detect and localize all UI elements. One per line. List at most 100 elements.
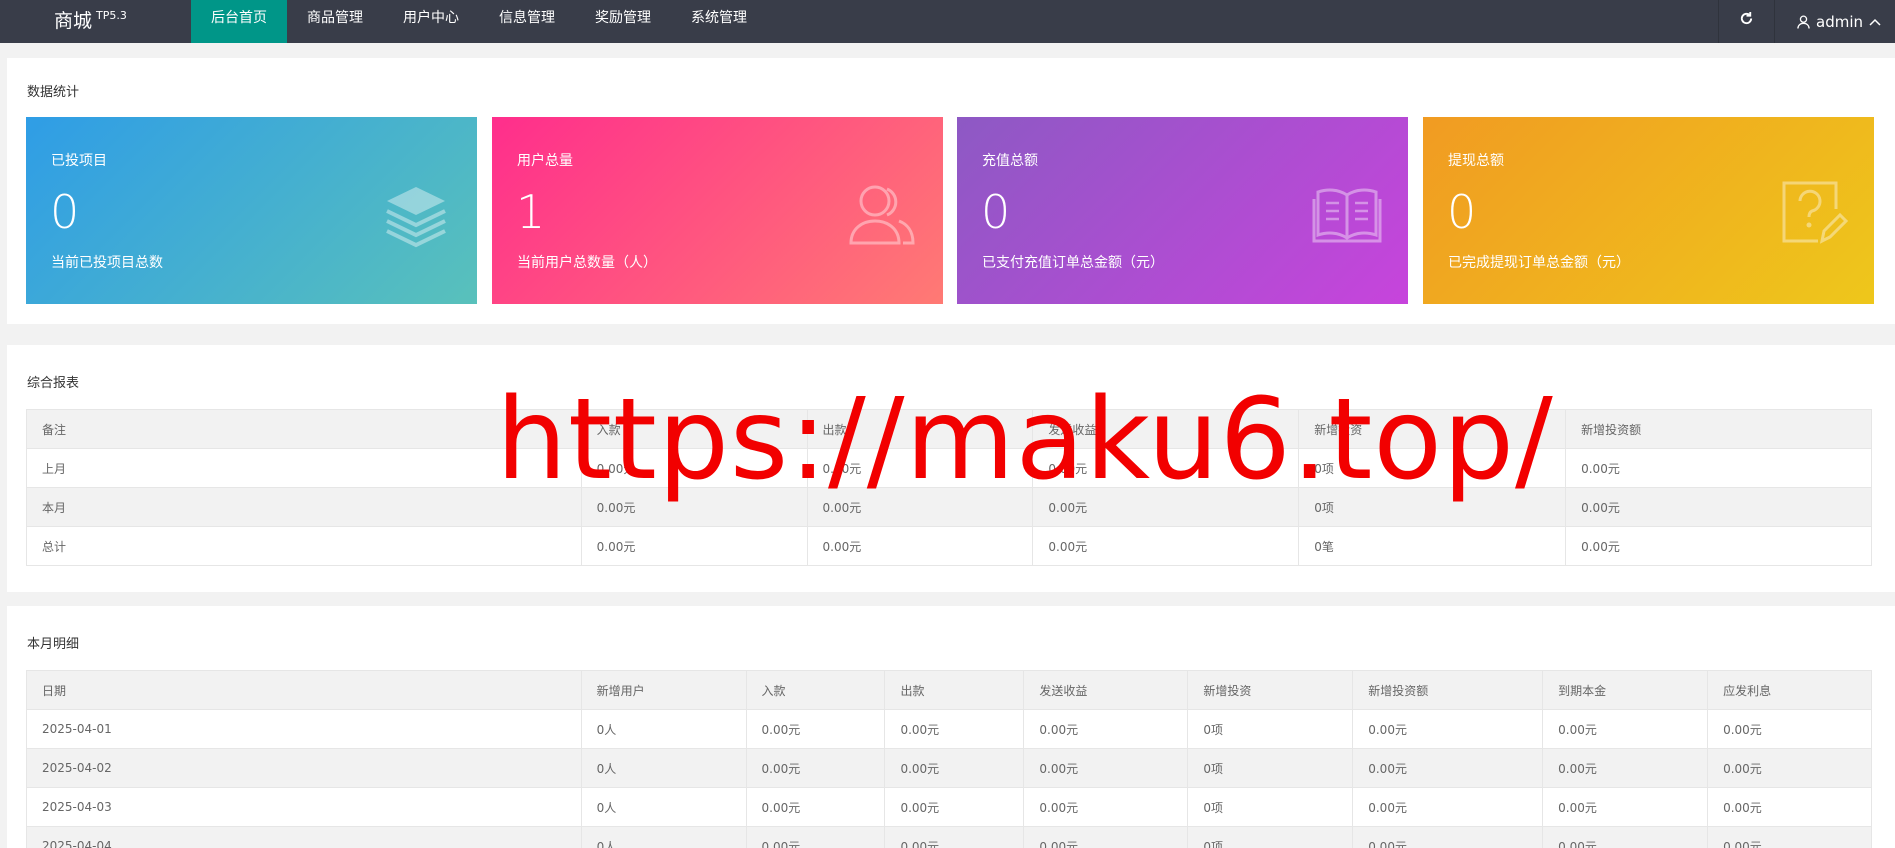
user-icon bbox=[1797, 15, 1810, 29]
table-row: 2025-04-02 0人 0.00元 0.00元 0.00元 0项 0.00元… bbox=[26, 748, 1872, 788]
main-nav: 后台首页 商品管理 用户中心 信息管理 奖励管理 系统管理 bbox=[191, 0, 767, 43]
nav-item-system[interactable]: 系统管理 bbox=[671, 0, 767, 43]
stat-label: 已投项目 bbox=[51, 153, 107, 169]
detail-title: 本月明细 bbox=[27, 637, 80, 652]
table-cell: 0.00元 bbox=[1542, 787, 1709, 827]
table-cell: 0.00元 bbox=[1707, 748, 1872, 788]
nav-item-rewards[interactable]: 奖励管理 bbox=[575, 0, 671, 43]
table-row: 2025-04-03 0人 0.00元 0.00元 0.00元 0项 0.00元… bbox=[26, 787, 1872, 827]
table-cell: 2025-04-01 bbox=[26, 709, 582, 749]
column-header: 到期本金 bbox=[1542, 670, 1709, 710]
stat-label: 用户总量 bbox=[517, 153, 573, 169]
table-cell: 0.00元 bbox=[884, 748, 1025, 788]
table-header-row: 日期 新增用户 入款 出款 发送收益 新增投资 新增投资额 到期本金 应发利息 bbox=[26, 670, 1872, 710]
app-logo[interactable]: 商城 TP5.3 bbox=[54, 6, 127, 33]
table-row: 2025-04-01 0人 0.00元 0.00元 0.00元 0项 0.00元… bbox=[26, 709, 1872, 749]
table-cell: 0.00元 bbox=[806, 526, 1034, 566]
table-cell: 0.00元 bbox=[1707, 709, 1872, 749]
refresh-button[interactable] bbox=[1718, 0, 1774, 43]
stat-subtitle: 当前用户总数量（人） bbox=[517, 255, 657, 271]
table-cell: 0.00元 bbox=[580, 526, 808, 566]
table-cell: 0.00元 bbox=[1707, 787, 1872, 827]
table-cell: 0.00元 bbox=[884, 709, 1025, 749]
column-header: 新增投资 bbox=[1187, 670, 1354, 710]
column-header: 新增投资额 bbox=[1352, 670, 1544, 710]
nav-item-info[interactable]: 信息管理 bbox=[479, 0, 575, 43]
users-icon bbox=[849, 185, 915, 245]
table-cell: 0笔 bbox=[1298, 526, 1567, 566]
table-cell: 0.00元 bbox=[1023, 826, 1189, 848]
table-cell: 0人 bbox=[580, 748, 747, 788]
stat-value: 1 bbox=[516, 185, 546, 239]
stat-value: 0 bbox=[981, 185, 1011, 239]
refresh-icon bbox=[1740, 11, 1753, 25]
report-title: 综合报表 bbox=[27, 376, 80, 391]
stat-value: 0 bbox=[1447, 185, 1477, 239]
table-cell: 0.00元 bbox=[1352, 709, 1544, 749]
table-cell: 0.00元 bbox=[1352, 787, 1544, 827]
stat-label: 充值总额 bbox=[982, 153, 1038, 169]
table-cell: 0.00元 bbox=[745, 748, 886, 788]
stat-subtitle: 已支付充值订单总金额（元） bbox=[982, 255, 1164, 271]
table-cell: 0.00元 bbox=[745, 787, 886, 827]
layers-icon bbox=[386, 187, 446, 248]
stat-subtitle: 当前已投项目总数 bbox=[51, 255, 163, 271]
nav-item-home[interactable]: 后台首页 bbox=[191, 0, 287, 43]
table-cell: 0.00元 bbox=[1023, 748, 1189, 788]
nav-item-products[interactable]: 商品管理 bbox=[287, 0, 383, 43]
table-cell: 0人 bbox=[580, 826, 747, 848]
table-cell: 0.00元 bbox=[1023, 709, 1189, 749]
table-cell: 0.00元 bbox=[1565, 448, 1872, 488]
top-right-tools: admin bbox=[1718, 0, 1895, 43]
table-cell: 0.00元 bbox=[1032, 526, 1300, 566]
table-cell: 0项 bbox=[1187, 787, 1354, 827]
column-header: 入款 bbox=[745, 670, 886, 710]
column-header: 新增投资额 bbox=[1565, 409, 1872, 449]
logo-version: TP5.3 bbox=[96, 9, 127, 22]
nav-item-users[interactable]: 用户中心 bbox=[383, 0, 479, 43]
book-icon bbox=[1312, 188, 1382, 243]
table-cell: 总计 bbox=[26, 526, 582, 566]
chevron-up-icon bbox=[1869, 18, 1881, 26]
column-header: 新增用户 bbox=[580, 670, 747, 710]
logo-text: 商城 bbox=[54, 10, 93, 32]
stats-title: 数据统计 bbox=[27, 85, 80, 100]
table-cell: 2025-04-03 bbox=[26, 787, 582, 827]
table-cell: 0.00元 bbox=[1352, 826, 1544, 848]
stat-card-users: 用户总量 1 当前用户总数量（人） bbox=[492, 117, 943, 304]
stat-subtitle: 已完成提现订单总金额（元） bbox=[1448, 255, 1630, 271]
detail-panel: 本月明细 日期 新增用户 入款 出款 发送收益 新增投资 新增投资额 到期本金 … bbox=[7, 606, 1895, 848]
table-cell: 0.00元 bbox=[745, 709, 886, 749]
user-menu[interactable]: admin bbox=[1774, 0, 1895, 43]
column-header: 日期 bbox=[26, 670, 582, 710]
stats-panel: 数据统计 已投项目 0 当前已投项目总数 用户总量 1 当前用户总数量（人） 充… bbox=[7, 58, 1895, 324]
table-row: 2025-04-04 0人 0.00元 0.00元 0.00元 0项 0.00元… bbox=[26, 826, 1872, 848]
table-cell: 0.00元 bbox=[884, 826, 1025, 848]
column-header: 应发利息 bbox=[1707, 670, 1872, 710]
table-cell: 0人 bbox=[580, 787, 747, 827]
column-header: 出款 bbox=[884, 670, 1025, 710]
stat-card-withdraw: 提现总额 0 已完成提现订单总金额（元） bbox=[1423, 117, 1874, 304]
table-cell: 2025-04-02 bbox=[26, 748, 582, 788]
table-cell: 0.00元 bbox=[1023, 787, 1189, 827]
table-cell: 0.00元 bbox=[1565, 526, 1872, 566]
stat-value: 0 bbox=[50, 185, 80, 239]
top-navbar: 商城 TP5.3 后台首页 商品管理 用户中心 信息管理 奖励管理 系统管理 ad… bbox=[0, 0, 1895, 43]
stat-label: 提现总额 bbox=[1448, 153, 1504, 169]
url-watermark: https://maku6.top/ bbox=[496, 375, 1554, 505]
table-cell: 0.00元 bbox=[1542, 748, 1709, 788]
table-cell: 0.00元 bbox=[1352, 748, 1544, 788]
table-cell: 0人 bbox=[580, 709, 747, 749]
table-cell: 2025-04-04 bbox=[26, 826, 582, 848]
table-cell: 0项 bbox=[1187, 709, 1354, 749]
table-cell: 0.00元 bbox=[884, 787, 1025, 827]
table-cell: 0.00元 bbox=[745, 826, 886, 848]
table-cell: 0.00元 bbox=[1707, 826, 1872, 848]
table-row: 总计 0.00元 0.00元 0.00元 0笔 0.00元 bbox=[26, 526, 1872, 566]
column-header: 发送收益 bbox=[1023, 670, 1189, 710]
help-edit-icon bbox=[1782, 181, 1848, 244]
table-cell: 0.00元 bbox=[1542, 826, 1709, 848]
stat-card-recharge: 充值总额 0 已支付充值订单总金额（元） bbox=[957, 117, 1408, 304]
table-cell: 0项 bbox=[1187, 826, 1354, 848]
detail-table: 日期 新增用户 入款 出款 发送收益 新增投资 新增投资额 到期本金 应发利息 … bbox=[26, 670, 1872, 848]
